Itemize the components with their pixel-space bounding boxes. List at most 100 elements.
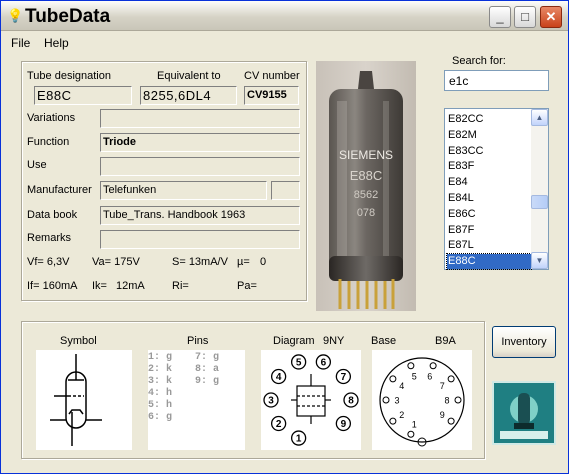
databook-field[interactable]: Tube_Trans. Handbook 1963 bbox=[100, 206, 300, 225]
base-panel: 1234567 8 9 bbox=[372, 350, 472, 450]
s-value: S= 13mA/V bbox=[172, 256, 228, 268]
pin-hole bbox=[389, 417, 397, 425]
triode-symbol-icon bbox=[50, 354, 102, 446]
list-item[interactable]: E82CC bbox=[447, 112, 531, 127]
pin-hole bbox=[429, 362, 437, 370]
list-scrollbar[interactable]: ▲ ▼ bbox=[531, 109, 548, 269]
list-item[interactable]: E88C bbox=[446, 253, 532, 271]
variations-label: Variations bbox=[27, 112, 76, 124]
pin-number: 2 bbox=[276, 419, 282, 430]
pin-number: 4 bbox=[399, 381, 404, 391]
designation-field[interactable]: E88C bbox=[34, 86, 132, 105]
ri-value: Ri= bbox=[172, 280, 189, 292]
inventory-button[interactable]: Inventory bbox=[492, 326, 556, 358]
symbol-title: Symbol bbox=[60, 335, 97, 347]
minimize-button[interactable]: _ bbox=[489, 6, 511, 28]
pin-hole bbox=[454, 396, 462, 404]
pin-entry: 6: g bbox=[148, 412, 173, 423]
pin-number: 5 bbox=[296, 357, 302, 368]
list-item[interactable]: E87F bbox=[447, 223, 531, 238]
symbol-panel bbox=[36, 350, 132, 450]
menu-help[interactable]: Help bbox=[44, 36, 69, 50]
use-field[interactable] bbox=[100, 157, 300, 176]
chevron-down-icon[interactable]: ▼ bbox=[531, 252, 548, 269]
mu-label: µ= bbox=[237, 256, 250, 268]
cv-label: CV number bbox=[244, 70, 300, 82]
pin-number: 1 bbox=[412, 419, 417, 429]
photo-brand-text: SIEMENS bbox=[339, 148, 393, 162]
pin-number: 4 bbox=[276, 372, 282, 383]
function-field[interactable]: Triode bbox=[100, 133, 300, 152]
remarks-field[interactable] bbox=[100, 230, 300, 249]
if-value: If= 160mA bbox=[27, 280, 78, 292]
pin-number: 5 bbox=[412, 372, 417, 382]
chevron-up-icon[interactable]: ▲ bbox=[531, 109, 548, 126]
photo-code2-text: 078 bbox=[357, 207, 375, 219]
pin-hole bbox=[407, 430, 415, 438]
tube-list[interactable]: E82CC E82M E83CC E83F E84 E84L E86C E87F E87L E88… bbox=[444, 108, 549, 271]
list-item[interactable]: E84 bbox=[447, 175, 531, 190]
pin-number: 7 bbox=[341, 372, 347, 383]
designation-label: Tube designation bbox=[27, 70, 111, 82]
pin-number: 8 bbox=[444, 396, 449, 406]
close-button[interactable]: ✕ bbox=[540, 6, 562, 28]
menu-bar: File Help bbox=[1, 32, 568, 52]
pin-hole bbox=[447, 375, 455, 383]
manufacturer-extra-field[interactable] bbox=[271, 181, 300, 200]
list-item[interactable]: E82M bbox=[447, 128, 531, 143]
menu-file[interactable]: File bbox=[11, 36, 30, 50]
pin-number: 1 bbox=[296, 434, 302, 445]
equivalent-field[interactable]: 8255,6DL4 bbox=[140, 86, 237, 105]
pin-number: 9 bbox=[341, 419, 347, 430]
window-title: TubeData bbox=[25, 6, 111, 27]
list-item[interactable]: E87L bbox=[447, 238, 531, 253]
ik-value: 12mA bbox=[116, 280, 145, 292]
title-bar: 💡 TubeData _ □ ✕ bbox=[1, 1, 568, 31]
pin-hole bbox=[407, 362, 415, 370]
vf-value: Vf= 6,3V bbox=[27, 256, 70, 268]
pin-entry: 5: h bbox=[148, 400, 173, 411]
list-item[interactable]: E84L bbox=[447, 191, 531, 206]
maximize-button[interactable]: □ bbox=[514, 6, 536, 28]
photo-code1-text: 8562 bbox=[354, 189, 378, 201]
tube-photo: SIEMENS E88C 8562 078 bbox=[316, 61, 416, 311]
pin-number: 3 bbox=[268, 396, 274, 407]
pin-hole bbox=[447, 417, 455, 425]
list-item[interactable]: E83F bbox=[447, 159, 531, 174]
mu-value: 0 bbox=[260, 256, 267, 268]
app-window: 💡 TubeData _ □ ✕ File Help Tube designat… bbox=[0, 0, 569, 474]
variations-field[interactable] bbox=[100, 109, 300, 128]
pin-hole bbox=[389, 375, 397, 383]
pin-entry: 9: g bbox=[195, 376, 220, 387]
pin-number: 6 bbox=[427, 372, 432, 382]
cv-field[interactable]: CV9155 bbox=[244, 86, 299, 105]
app-logo bbox=[492, 381, 556, 445]
pins-left-column: 1: g 2: k 3: k 4: h 5: h 6: g bbox=[148, 352, 172, 424]
pin-entry: 3: k bbox=[148, 376, 173, 387]
manufacturer-field[interactable]: Telefunken bbox=[100, 181, 267, 200]
databook-label: Data book bbox=[27, 209, 78, 221]
pin-diagram: 1 2 3 4 5 6 7 8 9 bbox=[263, 354, 359, 446]
remarks-label: Remarks bbox=[27, 232, 72, 244]
photo-type-text: E88C bbox=[350, 168, 383, 183]
function-label: Function bbox=[27, 136, 70, 148]
pin-entry: 7: g bbox=[195, 352, 220, 363]
list-item[interactable]: E86C bbox=[447, 207, 531, 222]
search-input[interactable] bbox=[444, 70, 549, 91]
pins-title: Pins bbox=[187, 335, 209, 347]
pins-right-column: 7: g 8: a 9: g bbox=[195, 352, 219, 388]
pin-number: 3 bbox=[394, 396, 399, 406]
diagram-panel: 1 2 3 4 5 6 7 8 9 bbox=[261, 350, 361, 450]
pin-number: 6 bbox=[321, 357, 327, 368]
pin-number: 7 bbox=[440, 381, 445, 391]
pa-value: Pa= bbox=[237, 280, 257, 292]
manufacturer-label: Manufacturer bbox=[27, 184, 92, 196]
pin-number: 2 bbox=[399, 410, 404, 420]
use-label: Use bbox=[27, 159, 47, 171]
diagram-title: Diagram bbox=[273, 335, 315, 347]
scroll-thumb[interactable] bbox=[531, 195, 548, 209]
list-item[interactable]: E83CC bbox=[447, 144, 531, 159]
search-label: Search for: bbox=[452, 55, 506, 67]
base-diagram: 12345 67 8 9 bbox=[379, 357, 465, 447]
pin-entry: 8: a bbox=[195, 364, 220, 375]
